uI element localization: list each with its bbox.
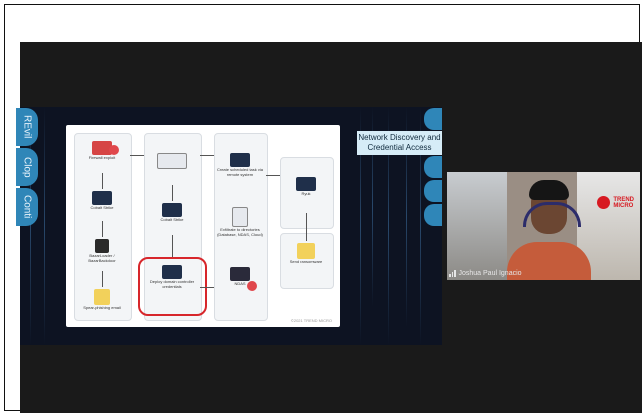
flow-arrow xyxy=(130,155,144,156)
flow-arrow xyxy=(102,173,103,189)
ransomware-tabs: REvil Clop Conti xyxy=(16,108,38,228)
flow-arrow xyxy=(102,221,103,237)
tab-label: REvil xyxy=(21,115,33,139)
node-label: Cobalt Strike xyxy=(160,217,184,222)
attack-flow-slide: Firewall exploit Cobalt Strike BazarLoad… xyxy=(66,125,340,327)
lock-icon xyxy=(297,243,315,259)
trend-micro-logo: TREND MICRO xyxy=(597,196,634,209)
monitor-alert-icon xyxy=(296,177,316,191)
alert-icon xyxy=(109,145,119,155)
tab-conti[interactable]: Conti xyxy=(16,188,38,226)
tab-label: Clop xyxy=(21,156,33,178)
node-label: Firewall exploit xyxy=(88,155,116,160)
flow-arrow xyxy=(306,213,307,241)
flow-arrow xyxy=(172,185,173,201)
ransomware-node: Send ransomware xyxy=(282,243,330,264)
stage-tab[interactable] xyxy=(424,156,442,178)
cobalt-strike-node: Cobalt Strike xyxy=(76,191,128,210)
stage-tab[interactable] xyxy=(424,204,442,226)
room-background xyxy=(447,172,507,280)
ndas-node: NDAS xyxy=(216,267,264,286)
logo-mark-icon xyxy=(597,196,611,209)
headset xyxy=(523,202,581,227)
slide-footer: ©2021 TREND MICRO xyxy=(290,318,332,323)
highlight-ring xyxy=(138,257,207,316)
signal-icon xyxy=(449,270,456,277)
node-label: Cobalt Strike xyxy=(90,205,114,210)
scheduled-task-node: Create scheduled task via remote system xyxy=(216,153,264,177)
flow-arrow xyxy=(102,271,103,287)
documents-node xyxy=(146,153,198,169)
flow-arrow xyxy=(266,175,280,176)
webcam-tile[interactable]: TREND MICRO xyxy=(447,172,640,280)
alert-icon xyxy=(247,281,257,291)
device-icon xyxy=(230,267,250,281)
stage-tab[interactable] xyxy=(424,108,442,130)
documents-icon xyxy=(157,153,187,169)
terminal-icon xyxy=(162,203,182,217)
node-label: Create scheduled task via remote system xyxy=(216,167,264,177)
node-label: Send ransomware xyxy=(289,259,323,264)
envelope-icon xyxy=(94,289,110,305)
logo-line-1: TREND xyxy=(613,196,634,203)
flow-arrow xyxy=(200,287,214,288)
files-icon xyxy=(232,207,248,227)
bazarloader-node: BazarLoader / BazarBackdoor xyxy=(76,239,128,263)
node-label: Exfiltrate to directories (Database, NDA… xyxy=(217,227,263,237)
participant-name: Joshua Paul Ignacio xyxy=(458,270,522,277)
node-label: BazarLoader / BazarBackdoor xyxy=(88,253,116,263)
tab-label: Conti xyxy=(21,195,33,219)
skull-icon xyxy=(95,239,109,253)
ryuk-node: Ryuk xyxy=(282,177,330,196)
logo-line-2: MICRO xyxy=(613,202,634,209)
node-label: Spear-phishing email xyxy=(83,305,121,310)
phishing-node: Spear-phishing email xyxy=(76,289,128,310)
person-hair xyxy=(529,180,569,200)
firewall-node: Firewall exploit xyxy=(76,141,128,160)
participant-name-tag: Joshua Paul Ignacio xyxy=(449,270,522,277)
tab-revil[interactable]: REvil xyxy=(16,108,38,146)
monitor-clock-icon xyxy=(230,153,250,167)
stage-tab[interactable] xyxy=(424,180,442,202)
cobalt-strike-node-2: Cobalt Strike xyxy=(146,203,198,222)
terminal-icon xyxy=(92,191,112,205)
tab-clop[interactable]: Clop xyxy=(16,148,38,186)
stage-callout: Network Discovery and Credential Access xyxy=(357,131,442,155)
stage-tabs xyxy=(424,108,442,228)
flow-arrow xyxy=(200,155,214,156)
exfiltrate-node: Exfiltrate to directories (Database, NDA… xyxy=(216,207,264,237)
flow-arrow xyxy=(172,235,173,257)
node-label: Ryuk xyxy=(301,191,311,196)
callout-text: Network Discovery and Credential Access xyxy=(358,133,441,152)
